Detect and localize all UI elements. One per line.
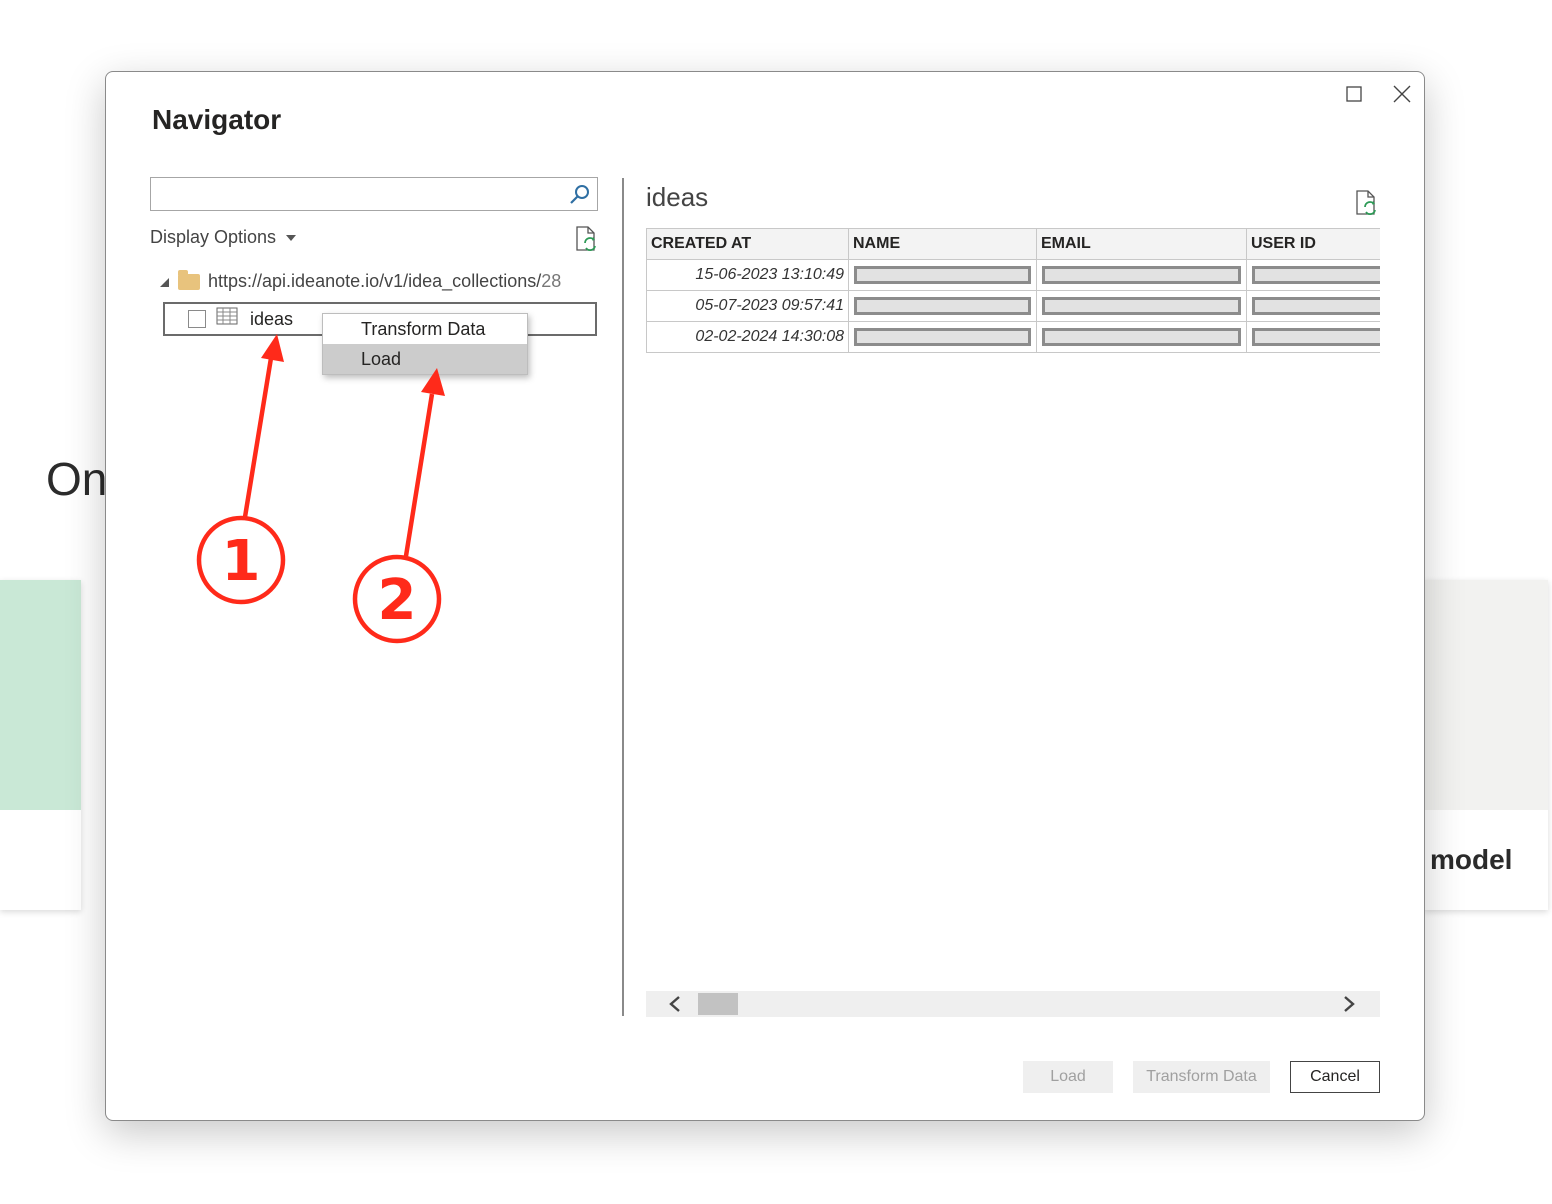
table-cell-redacted bbox=[1036, 259, 1247, 291]
table-row: 05-07-2023 09:57:41 bbox=[646, 290, 1380, 322]
pane-divider[interactable] bbox=[622, 178, 624, 1016]
tree-root-node[interactable]: https://api.ideanote.io/v1/idea_collecti… bbox=[158, 269, 562, 292]
preview-table-container: CREATED AT NAME EMAIL USER ID 15-06-2023… bbox=[646, 228, 1380, 358]
preview-title: ideas bbox=[646, 182, 709, 212]
table-cell-created-at: 05-07-2023 09:57:41 bbox=[646, 290, 849, 322]
column-header-created-at[interactable]: CREATED AT bbox=[646, 228, 849, 260]
table-cell-created-at: 15-06-2023 13:10:49 bbox=[646, 259, 849, 291]
context-menu-item-load[interactable]: Load bbox=[323, 344, 527, 374]
display-options-label: Display Options bbox=[150, 227, 277, 247]
background-card-image bbox=[1424, 580, 1548, 810]
display-options-dropdown[interactable]: Display Options bbox=[150, 227, 297, 248]
maximize-icon bbox=[1346, 86, 1362, 102]
background-heading-fragment: On bbox=[46, 453, 108, 505]
background-card-right: model bbox=[1424, 580, 1548, 910]
background-card-left bbox=[0, 580, 81, 910]
dialog-title: Navigator bbox=[152, 104, 282, 135]
close-icon bbox=[1393, 85, 1411, 103]
checkbox[interactable] bbox=[188, 310, 206, 328]
table-cell-redacted bbox=[1246, 321, 1380, 353]
table-cell-redacted bbox=[1246, 259, 1380, 291]
background-card-text: model bbox=[1430, 844, 1513, 875]
table-cell-redacted bbox=[848, 259, 1037, 291]
preview-table: CREATED AT NAME EMAIL USER ID 15-06-2023… bbox=[646, 228, 1380, 353]
scroll-left-icon[interactable] bbox=[668, 995, 682, 1013]
table-cell-redacted bbox=[1036, 290, 1247, 322]
table-row: 02-02-2024 14:30:08 bbox=[646, 321, 1380, 353]
navigator-dialog: Navigator Display Options https://api.id… bbox=[105, 71, 1425, 1121]
load-button[interactable]: Load bbox=[1023, 1061, 1113, 1093]
table-header-row: CREATED AT NAME EMAIL USER ID bbox=[646, 228, 1380, 260]
refresh-icon[interactable] bbox=[574, 225, 600, 258]
collapse-triangle-icon[interactable] bbox=[158, 276, 170, 288]
context-menu-item-transform-data[interactable]: Transform Data bbox=[323, 314, 527, 344]
search-icon[interactable] bbox=[569, 183, 591, 210]
context-menu: Transform Data Load bbox=[322, 313, 528, 375]
table-icon bbox=[216, 307, 238, 332]
search-input[interactable] bbox=[150, 177, 598, 211]
preview-refresh-icon[interactable] bbox=[1354, 189, 1380, 222]
table-row: 15-06-2023 13:10:49 bbox=[646, 259, 1380, 291]
column-header-user-id[interactable]: USER ID bbox=[1246, 228, 1380, 260]
horizontal-scrollbar[interactable] bbox=[646, 991, 1380, 1017]
transform-data-button[interactable]: Transform Data bbox=[1133, 1061, 1270, 1093]
scroll-right-icon[interactable] bbox=[1342, 995, 1356, 1013]
tree-item-label: ideas bbox=[250, 308, 294, 329]
table-cell-redacted bbox=[1246, 290, 1380, 322]
table-cell-created-at: 02-02-2024 14:30:08 bbox=[646, 321, 849, 353]
table-cell-redacted bbox=[1036, 321, 1247, 353]
column-header-email[interactable]: EMAIL bbox=[1036, 228, 1247, 260]
close-button[interactable] bbox=[1388, 80, 1416, 108]
tree-root-url: https://api.ideanote.io/v1/idea_collecti… bbox=[208, 271, 562, 291]
maximize-button[interactable] bbox=[1340, 80, 1368, 108]
table-cell-redacted bbox=[848, 321, 1037, 353]
column-header-name[interactable]: NAME bbox=[848, 228, 1037, 260]
table-cell-redacted bbox=[848, 290, 1037, 322]
scrollbar-thumb[interactable] bbox=[698, 993, 738, 1015]
background-card-image bbox=[0, 580, 81, 810]
cancel-button[interactable]: Cancel bbox=[1290, 1061, 1380, 1093]
chevron-down-icon bbox=[286, 234, 297, 241]
folder-icon bbox=[178, 269, 200, 290]
